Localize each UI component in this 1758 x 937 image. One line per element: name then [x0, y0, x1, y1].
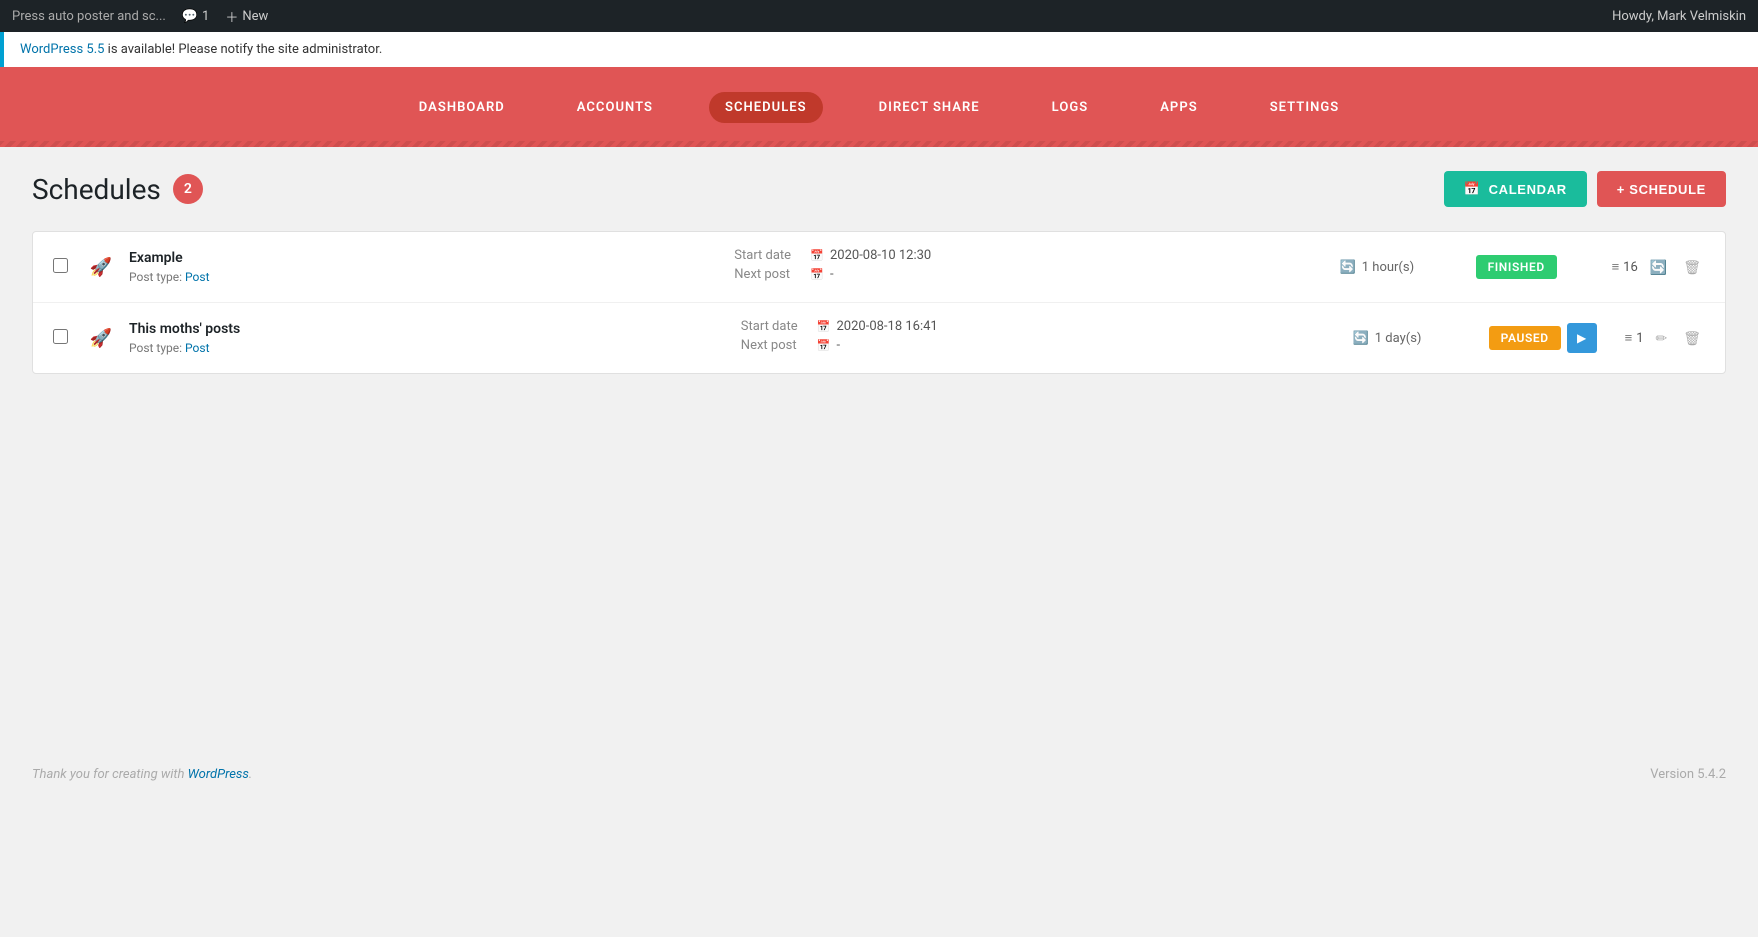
calendar-icon: 📅 — [1464, 181, 1481, 197]
refresh-icon-1: 🔄 — [1340, 260, 1356, 275]
table-row: 🚀 Example Post type: Post Start date 📅 2… — [33, 232, 1725, 303]
interval-value-1: 1 hour(s) — [1362, 260, 1414, 275]
start-date-label-1: Start date — [734, 248, 804, 263]
calendar-icon-4: 📅 — [817, 339, 831, 352]
list-icon-2: ≡ — [1625, 330, 1633, 346]
update-notice: WordPress 5.5 is available! Please notif… — [0, 32, 1758, 67]
refresh-button-1[interactable]: 🔄 — [1646, 255, 1671, 280]
plugin-nav: DASHBOARD ACCOUNTS SCHEDULES DIRECT SHAR… — [0, 67, 1758, 147]
post-type-link-1[interactable]: Post — [185, 270, 209, 284]
nav-item-schedules[interactable]: SCHEDULES — [709, 92, 823, 123]
nav-item-apps[interactable]: APPS — [1144, 92, 1213, 123]
list-count-value-1: 16 — [1623, 260, 1638, 275]
rocket-icon-2: 🚀 — [89, 328, 113, 349]
comments-link[interactable]: 💬 1 — [182, 9, 210, 24]
notice-message: is available! Please notify the site adm… — [104, 42, 382, 57]
rocket-icon-1: 🚀 — [89, 257, 113, 278]
status-badge-1: FINISHED — [1476, 255, 1557, 279]
list-count-value-2: 1 — [1636, 331, 1643, 346]
post-type-1: Post type: Post — [129, 270, 718, 284]
row-interval-1: 🔄 1 hour(s) — [1340, 260, 1460, 275]
plus-icon: ＋ — [225, 7, 238, 26]
row-status-1: FINISHED — [1476, 255, 1596, 279]
row-checkbox-2[interactable] — [53, 329, 73, 348]
edit-button-2[interactable]: ✏ — [1652, 326, 1672, 351]
page-title: Schedules — [32, 173, 161, 206]
main-content: Schedules 2 📅 CALENDAR + SCHEDULE 🚀 Exam… — [0, 147, 1758, 747]
calendar-icon-2: 📅 — [810, 268, 824, 281]
row-actions-1: ≡ 16 🔄 🗑 — [1612, 255, 1705, 280]
wordpress-version-link[interactable]: WordPress 5.5 — [20, 42, 104, 57]
next-post-label-2: Next post — [741, 338, 811, 353]
refresh-icon-2: 🔄 — [1353, 331, 1369, 346]
nav-item-logs[interactable]: LOGS — [1036, 92, 1105, 123]
calendar-icon-1: 📅 — [810, 249, 824, 262]
comment-bubble-icon: 💬 — [182, 9, 198, 24]
row-info-1: Example Post type: Post — [129, 250, 718, 284]
schedule-count-badge: 2 — [173, 174, 203, 204]
start-date-label-2: Start date — [741, 319, 811, 334]
row-info-2: This moths' posts Post type: Post — [129, 321, 725, 355]
start-date-line-2: Start date 📅 2020-08-18 16:41 — [741, 319, 1337, 334]
new-content-link[interactable]: ＋ New — [225, 7, 268, 26]
row-actions-2: ≡ 1 ✏ 🗑 — [1625, 326, 1705, 351]
page-title-wrap: Schedules 2 — [32, 173, 203, 206]
delete-button-1[interactable]: 🗑 — [1679, 255, 1705, 280]
nav-item-dashboard[interactable]: DASHBOARD — [403, 92, 521, 123]
list-count-1[interactable]: ≡ 16 — [1612, 259, 1638, 275]
next-post-line-2: Next post 📅 - — [741, 338, 1337, 353]
start-date-value-2: 2020-08-18 16:41 — [837, 319, 938, 334]
calendar-icon-3: 📅 — [817, 320, 831, 333]
post-type-2: Post type: Post — [129, 341, 725, 355]
row-status-2: PAUSED ▶ — [1489, 323, 1609, 353]
row-checkbox-1[interactable] — [53, 258, 73, 277]
admin-bar: Press auto poster and sc... 💬 1 ＋ New Ho… — [0, 0, 1758, 32]
status-badge-2: PAUSED — [1489, 326, 1561, 350]
delete-button-2[interactable]: 🗑 — [1679, 326, 1705, 351]
checkbox-1[interactable] — [53, 258, 68, 273]
play-button-2[interactable]: ▶ — [1567, 323, 1597, 353]
list-count-2[interactable]: ≡ 1 — [1625, 330, 1644, 346]
header-actions: 📅 CALENDAR + SCHEDULE — [1444, 171, 1726, 207]
row-dates-2: Start date 📅 2020-08-18 16:41 Next post … — [741, 319, 1337, 357]
post-type-link-2[interactable]: Post — [185, 341, 209, 355]
adminbar-left: Press auto poster and sc... 💬 1 ＋ New — [12, 7, 268, 26]
schedule-name-2: This moths' posts — [129, 321, 725, 337]
table-row: 🚀 This moths' posts Post type: Post Star… — [33, 303, 1725, 373]
user-greeting: Howdy, Mark Velmiskin — [1612, 9, 1746, 24]
next-post-line-1: Next post 📅 - — [734, 267, 1323, 282]
list-icon-1: ≡ — [1612, 259, 1620, 275]
calendar-button[interactable]: 📅 CALENDAR — [1444, 171, 1587, 207]
add-schedule-button[interactable]: + SCHEDULE — [1597, 171, 1726, 207]
next-post-value-2: - — [837, 338, 841, 353]
nav-item-settings[interactable]: SETTINGS — [1254, 92, 1356, 123]
wordpress-footer-link[interactable]: WordPress — [188, 767, 249, 782]
nav-item-accounts[interactable]: ACCOUNTS — [561, 92, 669, 123]
row-interval-2: 🔄 1 day(s) — [1353, 331, 1473, 346]
schedule-table: 🚀 Example Post type: Post Start date 📅 2… — [32, 231, 1726, 374]
page-header: Schedules 2 📅 CALENDAR + SCHEDULE — [32, 171, 1726, 207]
start-date-value-1: 2020-08-10 12:30 — [830, 248, 931, 263]
next-post-label-1: Next post — [734, 267, 804, 282]
row-dates-1: Start date 📅 2020-08-10 12:30 Next post … — [734, 248, 1323, 286]
start-date-line-1: Start date 📅 2020-08-10 12:30 — [734, 248, 1323, 263]
site-title: Press auto poster and sc... — [12, 9, 166, 24]
next-post-value-1: - — [830, 267, 834, 282]
footer-thanks: Thank you for creating with WordPress. — [32, 767, 252, 782]
checkbox-2[interactable] — [53, 329, 68, 344]
schedule-name-1: Example — [129, 250, 718, 266]
footer: Thank you for creating with WordPress. V… — [0, 747, 1758, 802]
nav-items: DASHBOARD ACCOUNTS SCHEDULES DIRECT SHAR… — [403, 92, 1355, 123]
footer-version: Version 5.4.2 — [1650, 767, 1726, 782]
nav-item-direct-share[interactable]: DIRECT SHARE — [863, 92, 996, 123]
interval-value-2: 1 day(s) — [1375, 331, 1422, 346]
